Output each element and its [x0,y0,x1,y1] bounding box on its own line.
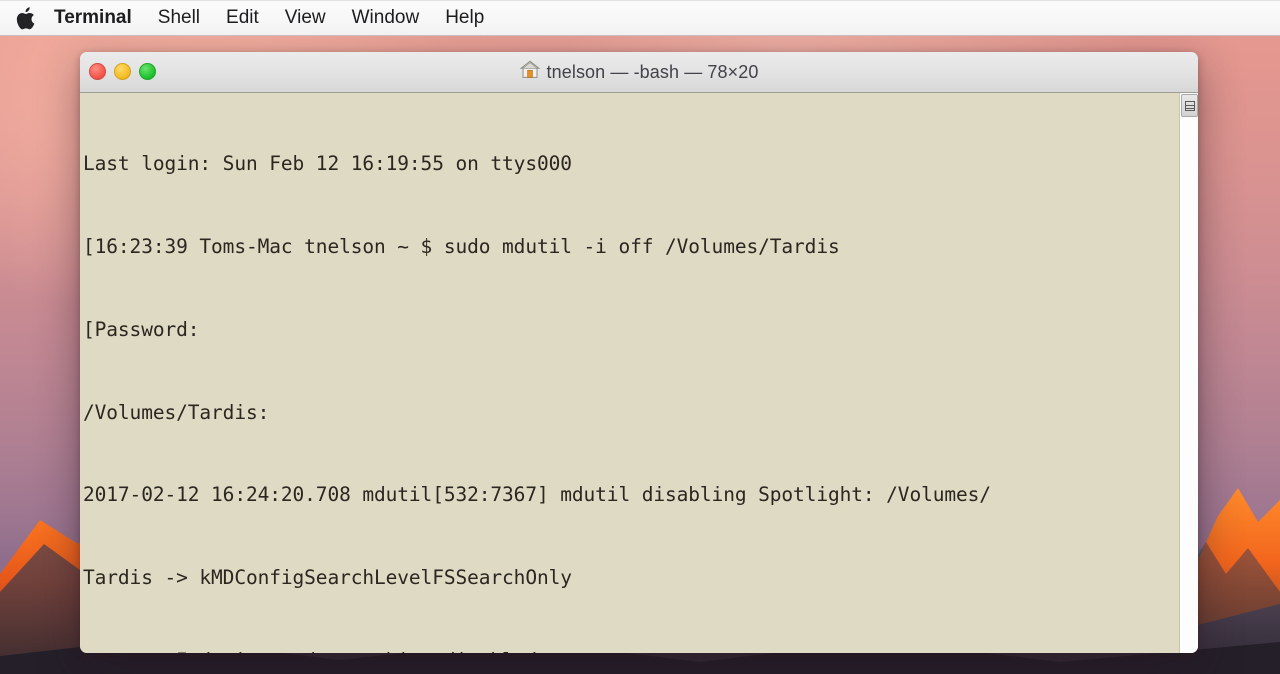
minimize-button[interactable] [114,63,131,80]
terminal-line: 2017-02-12 16:24:20.708 mdutil[532:7367]… [83,481,1172,509]
menu-item-help[interactable]: Help [432,0,497,36]
terminal-line-text: 2017-02-12 16:24:20.708 mdutil[532:7367]… [83,483,991,507]
terminal-line-text: Tardis -> kMDConfigSearchLevelFSSearchOn… [83,566,572,590]
apple-logo-icon[interactable] [0,0,44,36]
window-traffic-lights [89,63,156,80]
terminal-line: /Volumes/Tardis: [83,399,1172,427]
terminal-scrollbar[interactable] [1179,93,1198,653]
window-title-group: tnelson — -bash — 78×20 [80,60,1198,84]
terminal-body[interactable]: Last login: Sun Feb 12 16:19:55 on ttys0… [80,93,1198,653]
terminal-output[interactable]: Last login: Sun Feb 12 16:19:55 on ttys0… [83,93,1188,653]
scroll-thumb[interactable] [1181,94,1198,117]
terminal-line-text: [Password: [83,317,200,341]
home-folder-icon [519,60,540,84]
menu-item-shell[interactable]: Shell [145,0,213,36]
menu-bar: Terminal Shell Edit View Window Help [0,0,1280,36]
terminal-line: Indexing and searching disabled. [83,647,1172,653]
terminal-line-text: Indexing and searching disabled. [83,649,549,653]
terminal-window[interactable]: tnelson — -bash — 78×20 Last login: Sun … [80,52,1198,653]
window-title-text: tnelson — -bash — 78×20 [546,61,759,82]
menu-item-window[interactable]: Window [339,0,433,36]
terminal-line-text: [16:23:39 Toms-Mac tnelson ~ $ sudo mdut… [83,234,840,258]
menu-item-view[interactable]: View [272,0,339,36]
scroll-thumb-lines-icon [1184,100,1195,111]
terminal-line-text: Last login: Sun Feb 12 16:19:55 on ttys0… [83,152,572,176]
terminal-line-text: /Volumes/Tardis: [83,400,270,424]
terminal-line: Tardis -> kMDConfigSearchLevelFSSearchOn… [83,564,1172,592]
terminal-line: Last login: Sun Feb 12 16:19:55 on ttys0… [83,150,1172,178]
menu-item-terminal[interactable]: Terminal [44,0,145,36]
close-button[interactable] [89,63,106,80]
terminal-line: [Password:] [83,316,1188,344]
window-titlebar[interactable]: tnelson — -bash — 78×20 [80,52,1198,93]
menu-item-edit[interactable]: Edit [213,0,272,36]
desktop: Terminal Shell Edit View Window Help tne… [0,0,1280,674]
zoom-button[interactable] [139,63,156,80]
terminal-line: [16:23:39 Toms-Mac tnelson ~ $ sudo mdut… [83,233,1188,261]
